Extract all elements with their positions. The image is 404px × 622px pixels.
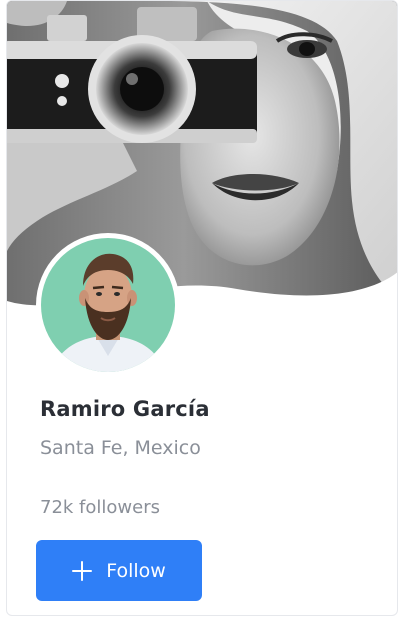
- profile-card: Ramiro García Santa Fe, Mexico 72k follo…: [6, 0, 398, 616]
- profile-location: Santa Fe, Mexico: [40, 437, 201, 459]
- plus-icon: [72, 560, 93, 581]
- follow-button[interactable]: Follow: [36, 540, 202, 601]
- follow-button-label: Follow: [106, 559, 166, 582]
- avatar[interactable]: [36, 233, 180, 377]
- profile-name: Ramiro García: [40, 397, 210, 421]
- followers-count: 72k followers: [40, 497, 160, 518]
